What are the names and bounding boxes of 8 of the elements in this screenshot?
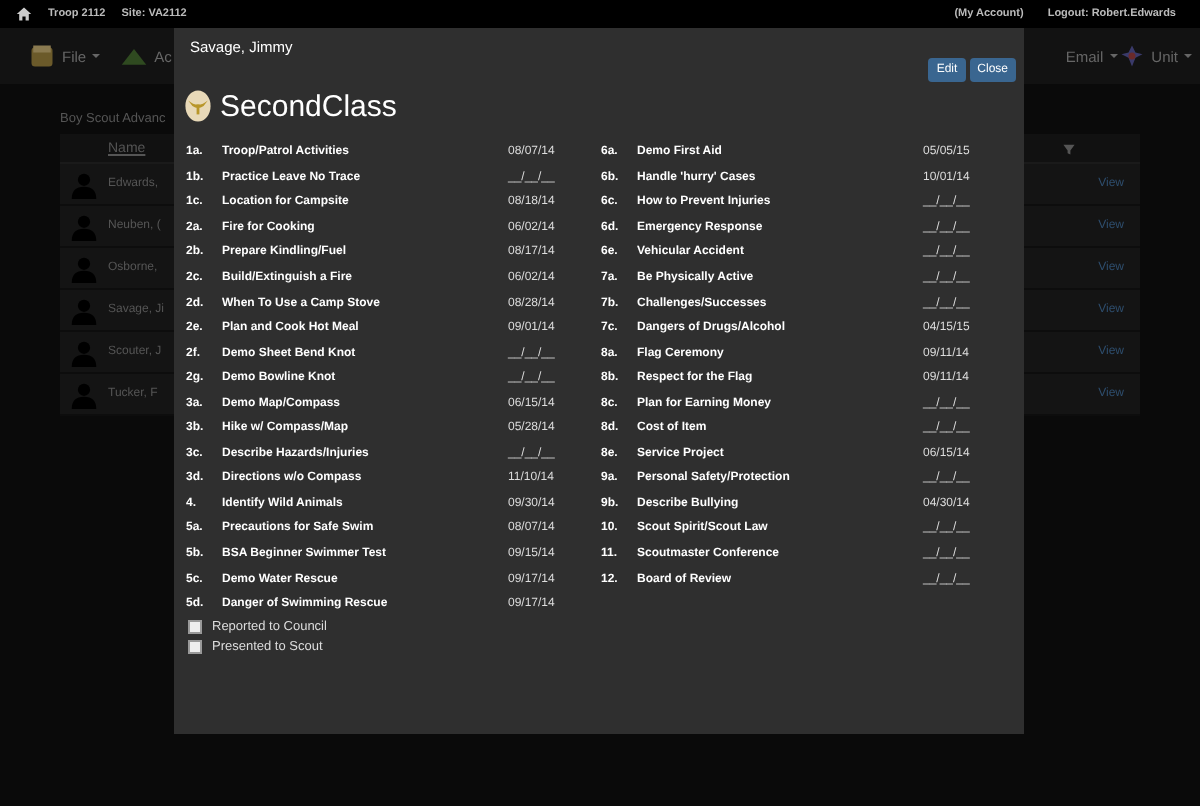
checkbox[interactable] xyxy=(188,639,202,654)
rank-title: SecondClass xyxy=(220,89,397,123)
home-icon[interactable] xyxy=(16,6,32,22)
rank-badge-icon xyxy=(184,88,212,124)
box-icon xyxy=(28,42,56,70)
emblem-icon xyxy=(1117,42,1146,70)
filter-icon[interactable] xyxy=(1062,141,1076,155)
checkbox[interactable] xyxy=(188,619,202,634)
